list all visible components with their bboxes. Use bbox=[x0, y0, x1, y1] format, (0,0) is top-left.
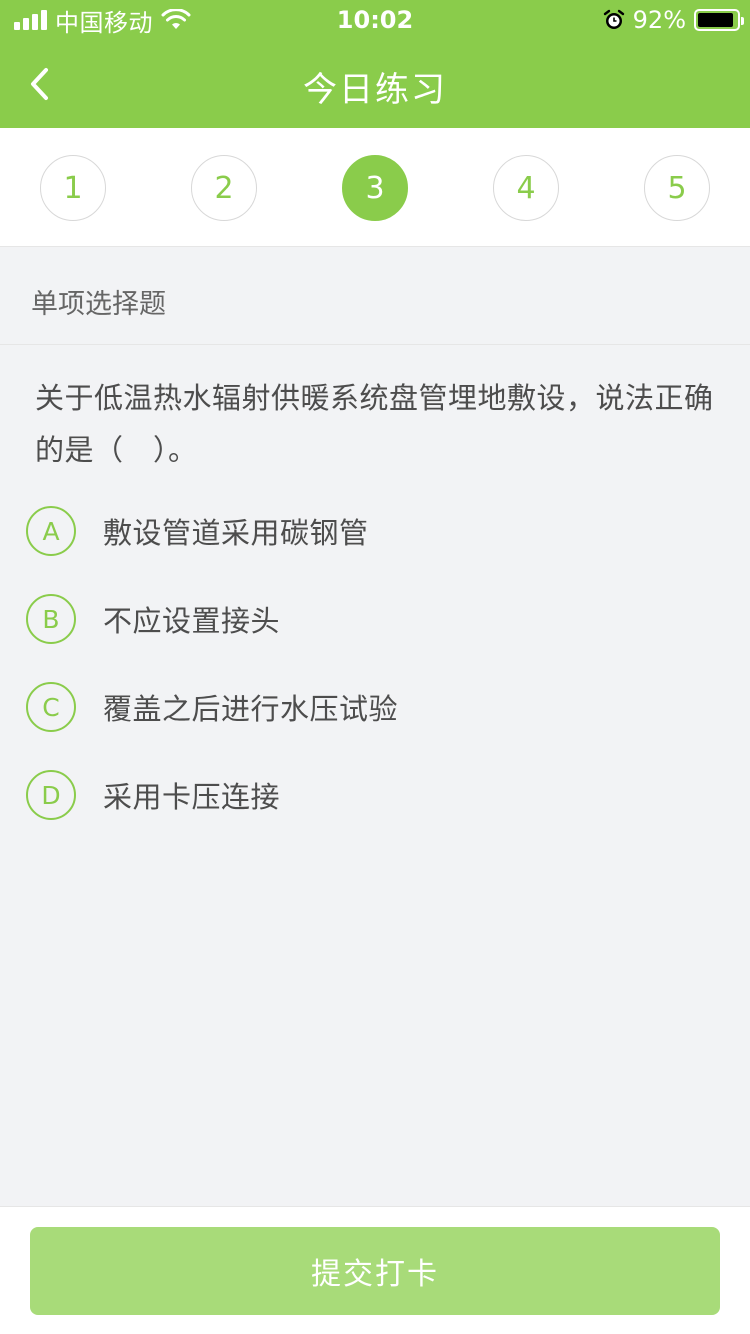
alarm-icon bbox=[603, 9, 624, 29]
header: 中国移动 10:02 92% 今日练习 bbox=[0, 0, 750, 128]
submit-checkin-button[interactable]: 提交打卡 bbox=[30, 1227, 720, 1315]
option-a[interactable]: A 敷设管道采用碳钢管 bbox=[26, 503, 726, 559]
step-5[interactable]: 5 bbox=[644, 155, 710, 221]
battery-cap bbox=[741, 17, 744, 25]
battery-fill bbox=[698, 13, 733, 27]
option-c[interactable]: C 覆盖之后进行水压试验 bbox=[26, 679, 726, 735]
status-bar: 中国移动 10:02 92% bbox=[0, 0, 750, 40]
option-letter-c: C bbox=[26, 682, 76, 732]
nav-bar: 今日练习 bbox=[0, 40, 750, 128]
battery-percent: 92% bbox=[632, 6, 686, 34]
option-text-a: 敷设管道采用碳钢管 bbox=[103, 516, 369, 550]
option-text-d: 采用卡压连接 bbox=[103, 780, 281, 814]
option-text-c: 覆盖之后进行水压试验 bbox=[103, 692, 399, 726]
question-text: 关于低温热水辐射供暖系统盘管埋地敷设，说法正确的是（ ）。 bbox=[35, 381, 714, 467]
step-2[interactable]: 2 bbox=[191, 155, 257, 221]
question-step-bar: 1 2 3 4 5 bbox=[0, 128, 750, 247]
step-3[interactable]: 3 bbox=[342, 155, 408, 221]
question-type-bar: 单项选择题 bbox=[0, 247, 750, 345]
step-4[interactable]: 4 bbox=[493, 155, 559, 221]
step-1[interactable]: 1 bbox=[40, 155, 106, 221]
battery-icon bbox=[694, 9, 744, 31]
page-title: 今日练习 bbox=[303, 70, 447, 110]
option-d[interactable]: D 采用卡压连接 bbox=[26, 767, 726, 823]
status-right: 92% bbox=[603, 6, 744, 34]
option-b[interactable]: B 不应设置接头 bbox=[26, 591, 726, 647]
option-text-b: 不应设置接头 bbox=[103, 604, 281, 638]
bottom-bar: 提交打卡 bbox=[0, 1206, 750, 1334]
question-type-label: 单项选择题 bbox=[31, 289, 166, 320]
option-letter-d: D bbox=[26, 770, 76, 820]
option-letter-a: A bbox=[26, 506, 76, 556]
option-letter-b: B bbox=[26, 594, 76, 644]
